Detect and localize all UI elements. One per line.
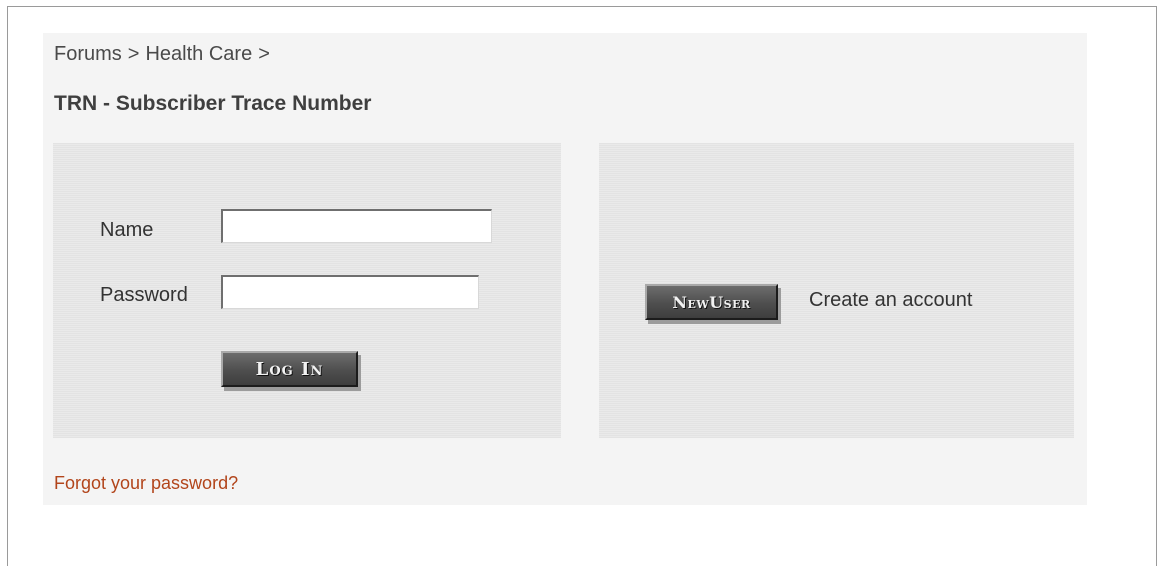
name-input[interactable] — [221, 209, 492, 243]
breadcrumb-item-forums[interactable]: Forums — [54, 43, 122, 65]
forum-content: Forums > Health Care > TRN - Subscriber Tra… — [43, 33, 1087, 505]
breadcrumb-separator: > — [258, 43, 270, 65]
breadcrumb-separator: > — [127, 43, 140, 65]
new-user-panel: NewUser Create an account — [599, 143, 1074, 438]
page-title: TRN - Subscriber Trace Number — [54, 92, 372, 115]
create-account-text: Create an account — [809, 289, 973, 311]
new-user-button[interactable]: NewUser — [645, 284, 778, 320]
breadcrumb: Forums > Health Care > — [54, 43, 276, 66]
login-button[interactable]: Log In — [221, 351, 358, 387]
password-label: Password — [100, 284, 188, 306]
name-label: Name — [100, 219, 154, 241]
forgot-password-link[interactable]: Forgot your password? — [54, 473, 238, 494]
password-input[interactable] — [221, 275, 479, 309]
breadcrumb-item-health-care[interactable]: Health Care — [145, 43, 252, 65]
login-panel: Name Password Log In — [53, 143, 561, 438]
